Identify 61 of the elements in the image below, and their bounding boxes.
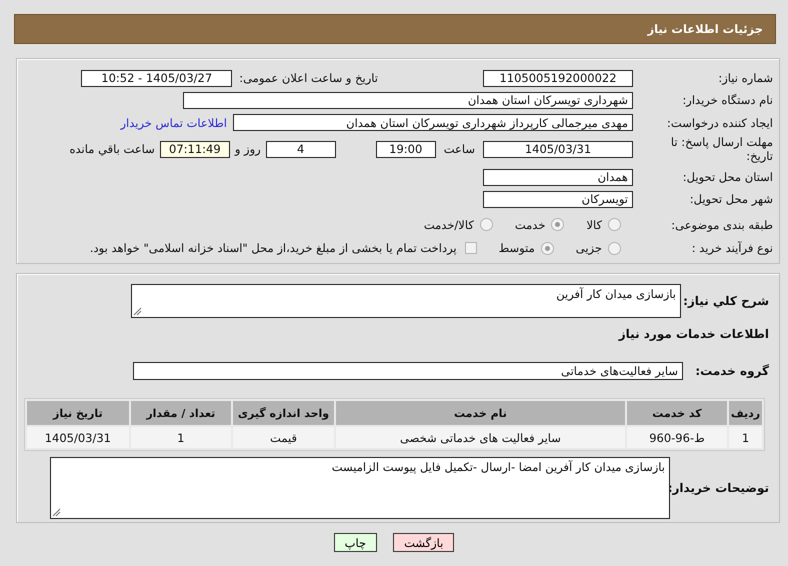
radio-button[interactable] [551, 218, 564, 231]
section-heading: اطلاعات خدمات مورد نیاز [618, 327, 769, 341]
contact-info-link[interactable]: اطلاعات تماس خریدار [120, 116, 227, 130]
province-field: همدان [483, 168, 633, 186]
column-header: واحد اندازه گیری [232, 401, 334, 425]
radio-label[interactable]: خدمت [514, 218, 546, 232]
city-field: تویسرکان [483, 190, 633, 208]
field-label: شهر محل تحویل: [688, 192, 773, 206]
resize-grip-icon[interactable] [133, 307, 142, 316]
days-field: 4 [266, 140, 336, 158]
field-label: تاریخ و ساعت اعلان عمومی: [239, 71, 378, 85]
description-textarea[interactable]: بازسازی میدان کار آفرین [131, 284, 681, 318]
creator-field: مهدی میرجمالی کارپرداز شهرداری تویسرکان استان همدان [233, 114, 633, 131]
column-header: تاریخ نیاز [27, 401, 129, 425]
field-label: گروه خدمت: [694, 364, 769, 378]
radio-label[interactable]: متوسط [498, 241, 535, 255]
field-label: شرح کلي نیاز: [682, 294, 769, 308]
field-label: ساعت باقي مانده [70, 142, 155, 156]
buyer-org-field: شهرداری تویسرکان استان همدان [183, 92, 633, 108]
checkbox-label: پرداخت تمام یا بخشی از مبلغ خرید،از محل "اسناد خزانه اسلامی" خواهد بود. [90, 241, 457, 255]
header-title: جزئیات اطلاعات نیاز [647, 22, 763, 36]
table-cell: 1 [729, 427, 762, 448]
radio-button[interactable] [480, 218, 493, 231]
print-button[interactable]: چاپ [334, 533, 378, 552]
field-label: مهلت ارسال پاسخ: تا تاریخ: [670, 135, 773, 163]
column-header: ردیف [729, 401, 762, 425]
textarea-text: بازسازی میدان کار آفرین امضا -ارسال -تکمیل فایل پیوست الزامیست [332, 460, 665, 474]
field-label: طبقه بندی موضوعی: [670, 218, 773, 232]
field-label: استان محل تحویل: [682, 170, 773, 184]
radio-label[interactable]: جزیی [576, 241, 602, 255]
field-label: روز و [234, 142, 261, 156]
radio-button[interactable] [608, 242, 621, 254]
need-number-field: 1105005192000022 [483, 70, 633, 86]
column-header: تعداد / مقدار [130, 401, 231, 425]
column-header: کد خدمت [626, 401, 728, 425]
field-label: شماره نیاز: [717, 71, 773, 85]
field-label: ساعت [444, 142, 475, 156]
field-label: ایجاد کننده درخواست: [666, 116, 773, 130]
radio-button[interactable] [540, 242, 554, 254]
date-field: 1405/03/31 [483, 140, 633, 158]
remaining-time-field: 07:11:49 [160, 140, 230, 158]
field-label: نوع فرآیند خرید : [690, 241, 773, 255]
table-cell: ط-96-960 [626, 427, 728, 448]
field-label: نام دستگاه خریدار: [681, 93, 773, 107]
table-cell: سایر فعالیت های خدماتی شخصی [336, 427, 625, 448]
radio-label[interactable]: کالا/خدمت [424, 218, 474, 232]
buyer-notes-textarea[interactable]: بازسازی میدان کار آفرین امضا -ارسال -تکمیل فایل پیوست الزامیست [50, 457, 670, 519]
time-field: 19:00 [376, 140, 436, 158]
column-header: نام خدمت [336, 401, 625, 425]
checkbox[interactable] [464, 242, 477, 254]
back-button[interactable]: بازگشت [393, 533, 454, 552]
announce-date-field: 1405/03/27 - 10:52 [81, 70, 232, 86]
table-cell: 1 [130, 427, 231, 448]
service-group-field: سایر فعالیت‌های خدماتی [133, 362, 683, 380]
textarea-text: بازسازی میدان کار آفرین [556, 287, 676, 301]
radio-button[interactable] [608, 218, 621, 231]
field-label: توضیحات خریدار: [670, 481, 769, 495]
table-cell: قیمت [232, 427, 334, 448]
table-cell: 1405/03/31 [27, 427, 129, 448]
resize-grip-icon[interactable] [52, 508, 61, 517]
radio-label[interactable]: کالا [586, 218, 602, 232]
